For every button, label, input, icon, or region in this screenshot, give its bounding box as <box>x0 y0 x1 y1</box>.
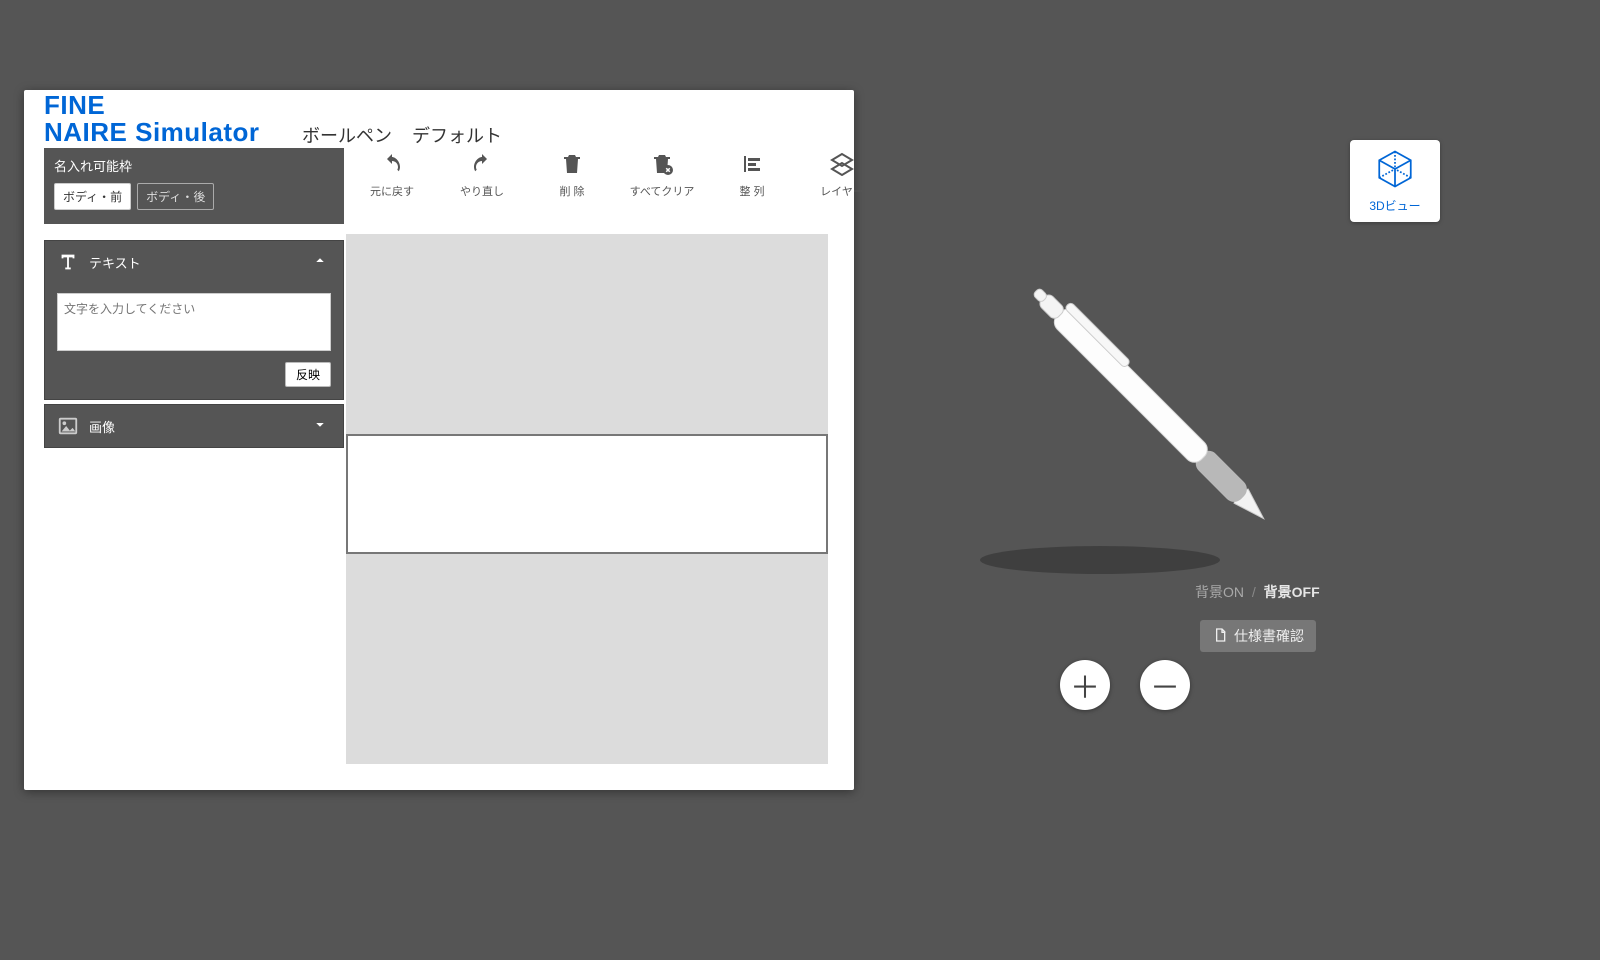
editor-panel: FINE NAIRE Simulator ボールペン デフォルト 名入れ可能枠 … <box>24 90 854 790</box>
view-3d-button[interactable]: 3Dビュー <box>1350 140 1440 222</box>
zoom-in-button[interactable]: ＋ <box>1060 660 1110 710</box>
brand-logo: FINE NAIRE Simulator <box>44 92 260 147</box>
product-label: ボールペン デフォルト <box>302 122 502 148</box>
zoom-out-button[interactable]: － <box>1140 660 1190 710</box>
image-panel-header[interactable]: 画像 <box>45 405 343 447</box>
body-back-button[interactable]: ボディ・後 <box>137 183 214 210</box>
body-front-button[interactable]: ボディ・前 <box>54 183 131 210</box>
side-panels: テキスト 反映 画像 <box>44 240 344 452</box>
image-panel: 画像 <box>44 404 344 448</box>
clear-all-button[interactable]: すべてクリア <box>634 152 690 199</box>
image-icon <box>57 415 79 437</box>
printable-area[interactable] <box>346 434 828 554</box>
text-panel-body: 反映 <box>45 283 343 399</box>
align-label: 整 列 <box>739 183 764 199</box>
delete-label: 削 除 <box>559 183 584 199</box>
text-panel-header[interactable]: テキスト <box>45 241 343 283</box>
apply-text-button[interactable]: 反映 <box>285 362 331 387</box>
align-button[interactable]: 整 列 <box>724 152 780 199</box>
undo-button[interactable]: 元に戻す <box>364 152 420 199</box>
redo-label: やり直し <box>460 183 504 199</box>
separator: / <box>1252 584 1256 600</box>
clear-all-label: すべてクリア <box>630 183 695 199</box>
trash-icon <box>558 152 586 179</box>
product-name: ボールペン <box>302 126 392 146</box>
plus-icon: ＋ <box>1070 663 1100 707</box>
brand-line1: FINE <box>44 92 260 119</box>
text-input[interactable] <box>57 293 331 351</box>
delete-button[interactable]: 削 除 <box>544 152 600 199</box>
trash-clear-icon <box>648 152 676 179</box>
layer-button[interactable]: レイヤー <box>814 152 870 199</box>
chevron-down-icon <box>311 416 329 437</box>
zoom-controls: ＋ － <box>1060 660 1190 710</box>
text-panel-title: テキスト <box>89 253 141 272</box>
chevron-up-icon <box>311 252 329 273</box>
design-canvas[interactable] <box>346 234 828 764</box>
background-off-button[interactable]: 背景OFF <box>1264 584 1320 600</box>
text-panel: テキスト 反映 <box>44 240 344 400</box>
minus-icon: － <box>1150 663 1180 707</box>
background-toggle: 背景ON / 背景OFF <box>1195 582 1320 602</box>
print-area-title: 名入れ可能枠 <box>54 156 334 175</box>
undo-label: 元に戻す <box>370 183 414 199</box>
document-icon <box>1212 627 1228 646</box>
product-variant: デフォルト <box>412 126 502 146</box>
layers-icon <box>828 152 856 179</box>
redo-icon <box>468 152 496 179</box>
text-icon <box>57 251 79 273</box>
spec-confirm-button[interactable]: 仕様書確認 <box>1200 620 1316 652</box>
view-3d-label: 3Dビュー <box>1369 197 1420 214</box>
undo-icon <box>378 152 406 179</box>
product-3d-preview <box>950 200 1330 590</box>
redo-button[interactable]: やり直し <box>454 152 510 199</box>
app-root: FINE NAIRE Simulator ボールペン デフォルト 名入れ可能枠 … <box>0 0 1600 960</box>
brand-line2: NAIRE Simulator <box>44 119 260 146</box>
image-panel-title: 画像 <box>89 417 115 436</box>
toolbar: 元に戻す やり直し 削 除 すべてクリア <box>364 152 870 199</box>
cube-3d-icon <box>1374 148 1416 193</box>
layer-label: レイヤー <box>820 183 864 199</box>
background-on-button[interactable]: 背景ON <box>1195 584 1244 600</box>
align-icon <box>738 152 766 179</box>
spec-confirm-label: 仕様書確認 <box>1234 626 1304 646</box>
print-area-selector: 名入れ可能枠 ボディ・前 ボディ・後 <box>44 148 344 224</box>
